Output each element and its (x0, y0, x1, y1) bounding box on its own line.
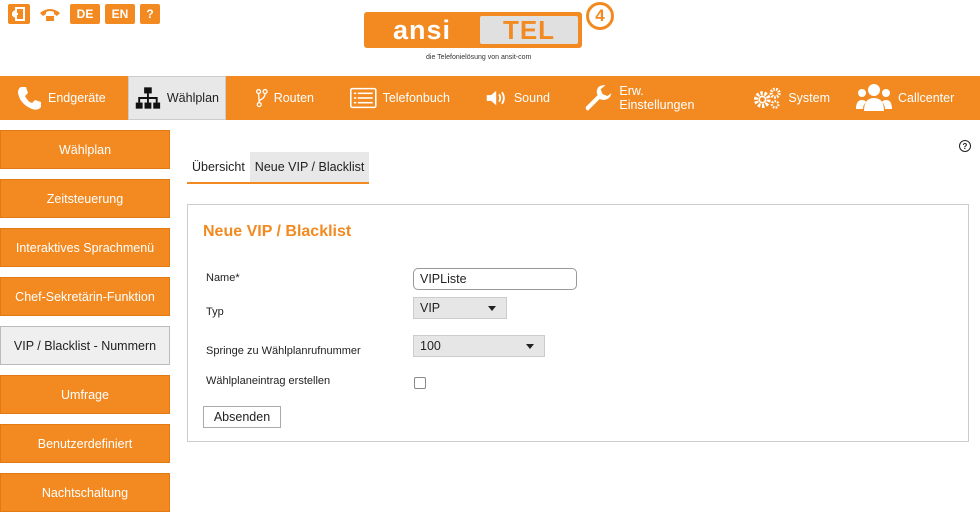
nav-item-label: Erw. Einstellungen (619, 84, 695, 112)
form-title: Neue VIP / Blacklist (203, 223, 352, 240)
sidebar-item-zeitsteuerung[interactable]: Zeitsteuerung (0, 179, 170, 218)
nav-item-label: Sound (513, 91, 550, 105)
nav-item-label: Wählplan (166, 91, 219, 105)
sidebar-item-benutzerdefiniert[interactable]: Benutzerdefiniert (0, 424, 170, 463)
help-button[interactable]: ? (140, 4, 160, 24)
sidebar-item-vip-blacklist[interactable]: VIP / Blacklist - Nummern (0, 326, 170, 365)
sidebar-item-umfrage[interactable]: Umfrage (0, 375, 170, 414)
logo-tagline: die Telefonielösung von ansit-com (426, 54, 532, 61)
name-label: Name* (206, 272, 240, 284)
nav-item-label: Telefonbuch (382, 91, 450, 105)
nav-item-callcenter[interactable]: Callcenter (836, 76, 970, 120)
tab-bar: Übersicht Neue VIP / Blacklist (187, 152, 370, 184)
language-de-button[interactable]: DE (70, 4, 100, 24)
sidebar: Wählplan Zeitsteuerung Interaktives Spra… (0, 130, 170, 522)
nav-item-endgeraete[interactable]: Endgeräte (0, 76, 128, 120)
sidebar-item-sprachmenue[interactable]: Interaktives Sprachmenü (0, 228, 170, 267)
wrench-icon (585, 85, 612, 111)
create-entry-label: Wählplaneintrag erstellen (206, 375, 331, 387)
logo-version-badge: 4 (586, 2, 614, 30)
top-utility-bar: DE EN ? (8, 4, 160, 24)
nav-item-waehlplan[interactable]: Wählplan (128, 76, 226, 120)
nav-item-label: Routen (273, 91, 314, 105)
logo-box: ansi TEL (364, 12, 582, 48)
nav-item-label: System (788, 91, 830, 105)
nav-item-sound[interactable]: Sound (456, 76, 556, 120)
form-panel: Neue VIP / Blacklist Name* Typ VIP Sprin… (187, 204, 969, 442)
phonebook-icon (350, 87, 377, 109)
submit-button[interactable]: Absenden (203, 406, 281, 428)
logo: ansi TEL 4 die Telefonielösung von ansit… (364, 2, 624, 72)
nav-item-erw-einstellungen[interactable]: Erw. Einstellungen (556, 76, 726, 120)
tab-neue-vip-blacklist[interactable]: Neue VIP / Blacklist (249, 152, 370, 182)
jump-select-value: 100 (420, 339, 441, 353)
phone-hangup-icon[interactable] (35, 4, 65, 24)
jump-select[interactable]: 100 (413, 335, 545, 357)
main-nav: Endgeräte Wählplan Routen Telefonbuch So… (0, 76, 980, 120)
language-en-button[interactable]: EN (105, 4, 135, 24)
nav-item-system[interactable]: System (726, 76, 836, 120)
chevron-down-icon (526, 344, 534, 349)
chevron-down-icon (488, 306, 496, 311)
sitemap-icon (135, 87, 161, 109)
sidebar-item-waehlplan[interactable]: Wählplan (0, 130, 170, 169)
jump-label: Springe zu Wählplanrufnummer (206, 345, 361, 357)
logo-right-text: TEL (480, 15, 578, 45)
nav-item-label: Callcenter (898, 91, 955, 105)
logout-icon[interactable] (8, 4, 30, 24)
gears-icon (753, 87, 781, 109)
nav-item-routen[interactable]: Routen (226, 76, 320, 120)
route-icon (256, 88, 268, 108)
type-select-value: VIP (420, 301, 441, 315)
name-input[interactable] (413, 268, 577, 290)
type-label: Typ (206, 306, 224, 318)
speaker-icon (486, 90, 505, 106)
logo-left-text: ansi (392, 14, 452, 45)
tab-uebersicht[interactable]: Übersicht (187, 152, 250, 182)
phone-icon (18, 87, 41, 110)
create-entry-checkbox[interactable] (414, 377, 426, 389)
sidebar-item-nachtschaltung[interactable]: Nachtschaltung (0, 473, 170, 512)
sidebar-item-chef-sekretaerin[interactable]: Chef-Sekretärin-Funktion (0, 277, 170, 316)
nav-item-label: Endgeräte (48, 91, 106, 105)
help-icon[interactable]: ? (959, 140, 971, 152)
type-select[interactable]: VIP (413, 297, 507, 319)
nav-item-telefonbuch[interactable]: Telefonbuch (320, 76, 456, 120)
users-icon (856, 84, 892, 111)
